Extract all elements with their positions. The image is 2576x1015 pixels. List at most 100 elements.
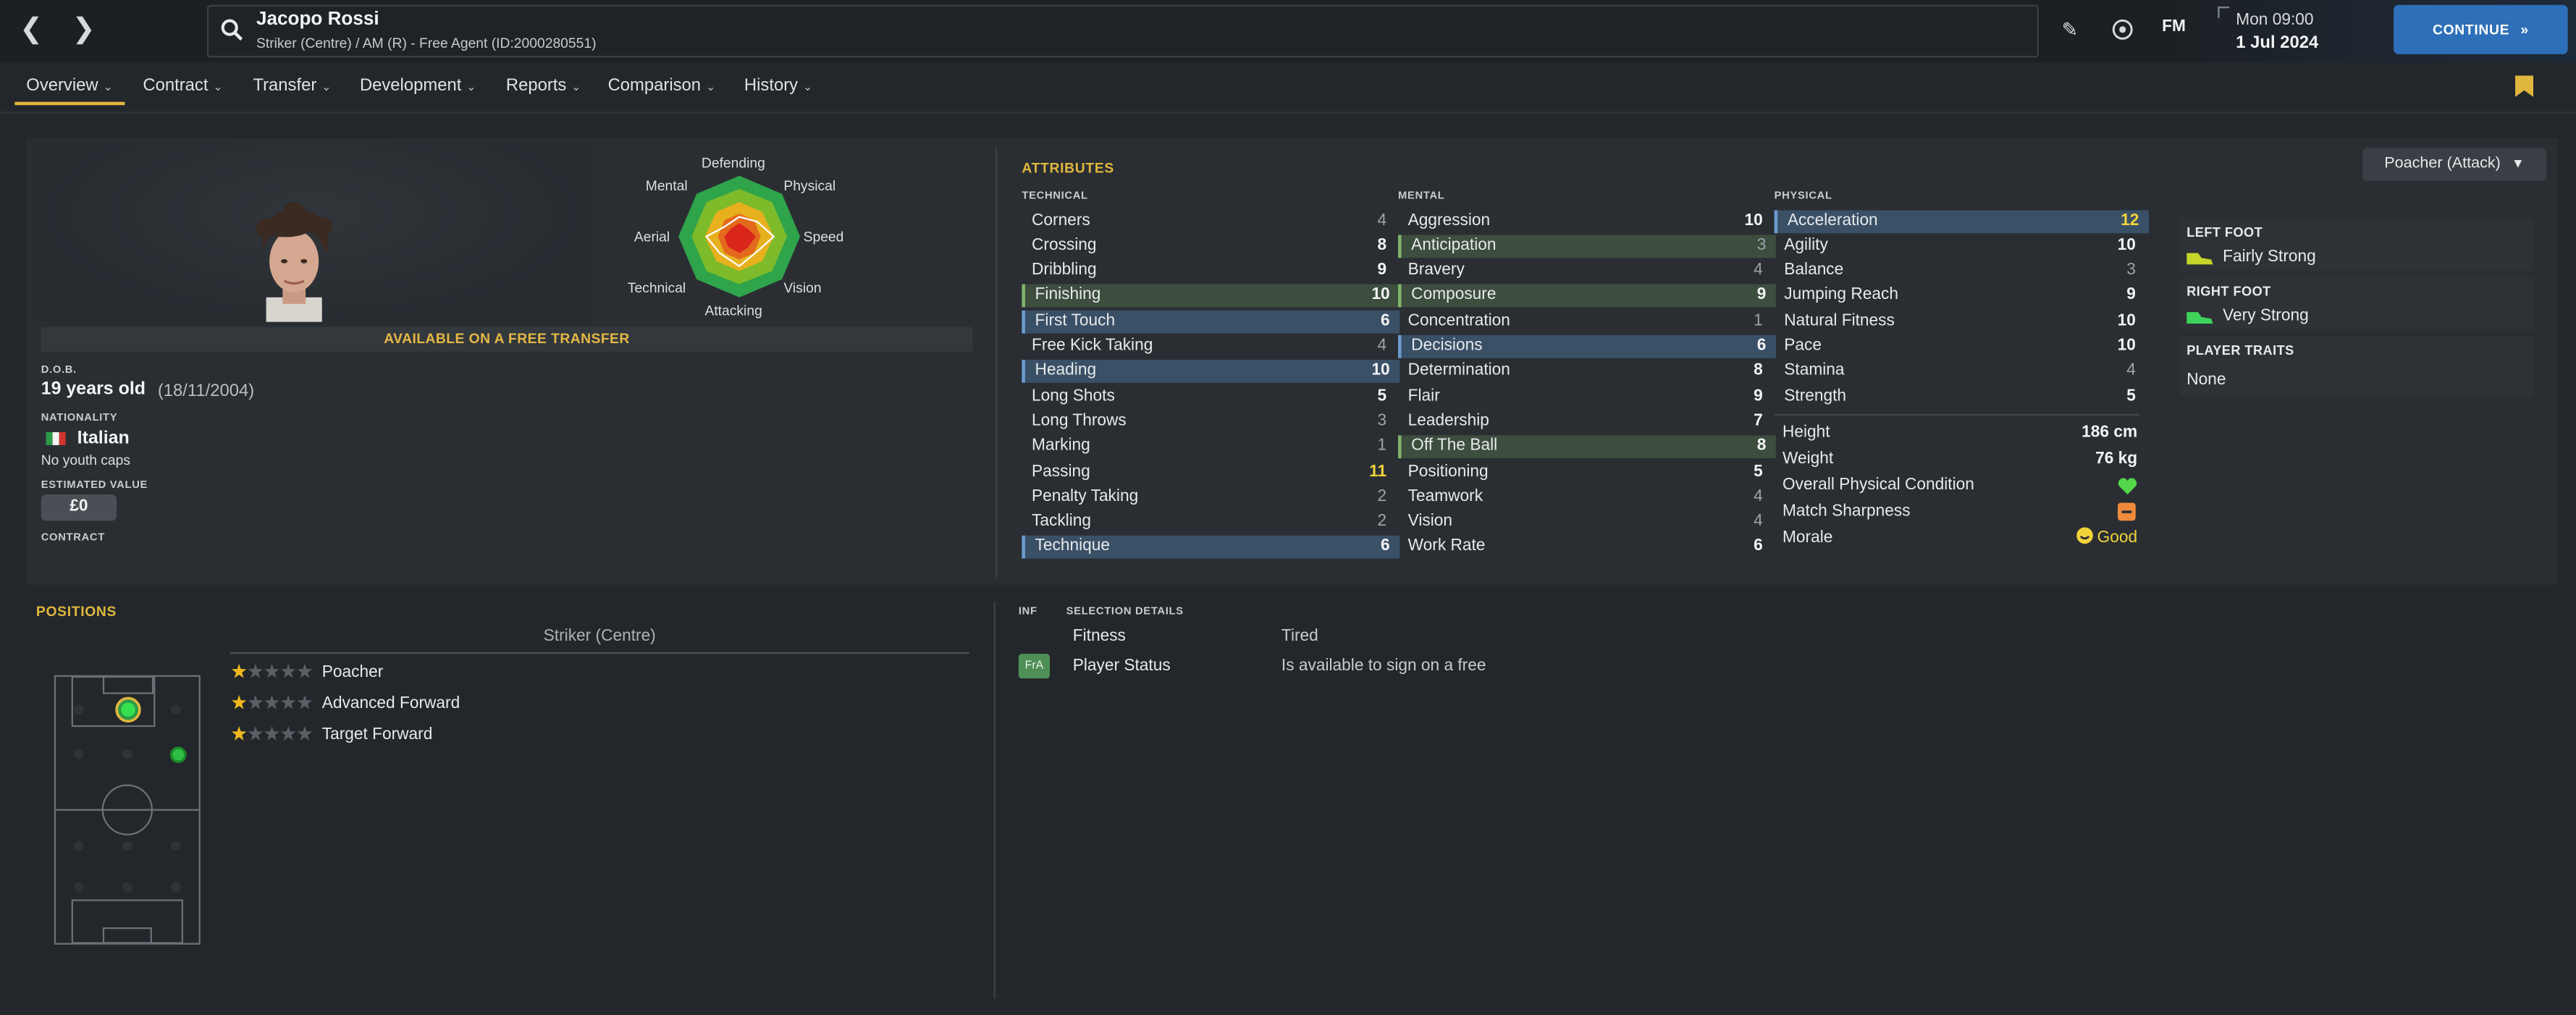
mental-attribute-row[interactable]: Anticipation 3 [1398, 235, 1776, 258]
tab-reports[interactable]: Reports ⌄ [506, 75, 581, 95]
mental-attribute-row[interactable]: Teamwork 4 [1398, 486, 1772, 509]
attribute-value: 7 [1754, 412, 1763, 431]
attribute-name: Finishing [1035, 286, 1101, 305]
technical-attribute-row[interactable]: Crossing 8 [1022, 235, 1396, 258]
technical-attribute-row[interactable]: Passing 11 [1022, 460, 1396, 484]
technical-header: TECHNICAL [1022, 190, 1088, 203]
technical-attribute-row[interactable]: Marking 1 [1022, 436, 1396, 459]
attribute-name: Pace [1784, 337, 1822, 355]
mental-attribute-row[interactable]: Positioning 5 [1398, 460, 1772, 484]
continue-button[interactable]: CONTINUE » [2394, 4, 2568, 54]
physical-attribute-row[interactable]: Pace 10 [1775, 335, 2146, 358]
attribute-name: Penalty Taking [1032, 487, 1139, 506]
fitness-label: Fitness [1072, 627, 1126, 646]
mental-attribute-row[interactable]: Work Rate 6 [1398, 536, 1772, 560]
physical-attribute-row[interactable]: Strength 5 [1775, 385, 2146, 408]
mental-attribute-row[interactable]: Off The Ball 8 [1398, 435, 1776, 459]
technical-attribute-row[interactable]: Dribbling 9 [1022, 260, 1396, 283]
attribute-name: Crossing [1032, 236, 1097, 255]
condition-row: Overall Physical Condition [1782, 475, 2137, 498]
tab-contract[interactable]: Contract ⌄ [143, 75, 222, 95]
role-row[interactable]: Target Forward [230, 721, 969, 751]
physical-attribute-row[interactable]: Stamina 4 [1775, 361, 2146, 384]
estimated-value: £0 [41, 494, 117, 521]
morale-text: Good [2097, 528, 2138, 547]
tab-history[interactable]: History ⌄ [744, 75, 812, 95]
star-icon [248, 725, 264, 741]
accomplished-position-marker-icon[interactable] [169, 746, 188, 764]
back-icon[interactable]: ❮ [14, 13, 47, 46]
natural-position-marker-icon[interactable] [115, 696, 141, 723]
technical-attribute-row[interactable]: Free Kick Taking 4 [1022, 335, 1396, 358]
football-club-icon[interactable] [2111, 18, 2134, 41]
technical-attribute-row[interactable]: Long Shots 5 [1022, 385, 1396, 408]
attribute-name: Jumping Reach [1784, 286, 1898, 305]
player-search-bar[interactable]: Jacopo Rossi Striker (Centre) / AM (R) -… [206, 4, 2039, 58]
mental-attribute-row[interactable]: Vision 4 [1398, 511, 1772, 534]
role-name: Poacher [321, 663, 384, 682]
attribute-name: Decisions [1411, 337, 1483, 355]
sharpness-icon[interactable] [2117, 502, 2136, 521]
mental-attribute-row[interactable]: Determination 8 [1398, 361, 1772, 384]
technical-attribute-row[interactable]: Finishing 10 [1022, 285, 1400, 308]
attribute-name: Work Rate [1407, 537, 1486, 556]
attribute-name: Leadership [1407, 412, 1489, 431]
physical-attribute-row[interactable]: Acceleration 12 [1774, 209, 2150, 233]
attribute-value: 12 [2121, 211, 2139, 229]
mental-attribute-row[interactable]: Flair 9 [1398, 385, 1772, 408]
role-row[interactable]: Poacher [230, 659, 969, 688]
physical-attribute-row[interactable]: Natural Fitness 10 [1775, 310, 2146, 333]
tab-development[interactable]: Development ⌄ [360, 75, 476, 95]
technical-attribute-row[interactable]: Long Throws 3 [1022, 410, 1396, 434]
attribute-value: 3 [1756, 236, 1767, 255]
attribute-name: Composure [1411, 286, 1497, 305]
role-dropdown[interactable]: Poacher (Attack) ▼ [2362, 148, 2547, 181]
attribute-value: 10 [1371, 361, 1390, 380]
inf-header: INF [1018, 606, 1037, 618]
forward-icon[interactable]: ❯ [67, 13, 100, 46]
physical-attribute-row[interactable]: Agility 10 [1775, 235, 2146, 258]
physical-attribute-row[interactable]: Jumping Reach 9 [1775, 285, 2146, 308]
mental-attribute-row[interactable]: Bravery 4 [1398, 260, 1772, 283]
role-rating [230, 659, 321, 688]
game-day: 1 Jul 2024 [2236, 33, 2319, 53]
radar-label-technical: Technical [627, 279, 686, 296]
technical-attribute-row[interactable]: Tackling 2 [1022, 511, 1396, 534]
player-nationality[interactable]: Italian [77, 429, 130, 448]
bookmark-icon[interactable] [2515, 75, 2533, 97]
mental-attribute-row[interactable]: Aggression 10 [1398, 209, 1772, 232]
youth-caps: No youth caps [41, 452, 131, 468]
weight-value: 76 kg [2095, 450, 2138, 468]
technical-attribute-row[interactable]: First Touch 6 [1022, 310, 1400, 333]
technical-attribute-row[interactable]: Heading 10 [1022, 360, 1400, 384]
technical-attribute-row[interactable]: Corners 4 [1022, 209, 1396, 232]
tab-overview[interactable]: Overview ⌄ [26, 75, 112, 95]
sharpness-label: Match Sharpness [1782, 502, 1911, 521]
tab-comparison[interactable]: Comparison ⌄ [608, 75, 716, 95]
condition-label: Overall Physical Condition [1782, 476, 1974, 495]
traits-label: PLAYER TRAITS [2186, 343, 2294, 358]
tab-transfer[interactable]: Transfer ⌄ [253, 75, 331, 95]
mental-attribute-row[interactable]: Leadership 7 [1398, 410, 1772, 434]
attribute-value: 4 [1754, 487, 1763, 506]
role-row[interactable]: Advanced Forward [230, 690, 969, 720]
mental-attribute-row[interactable]: Decisions 6 [1398, 334, 1776, 358]
heart-icon[interactable] [2118, 476, 2137, 496]
game-date[interactable]: Mon 09:00 1 Jul 2024 [2218, 7, 2365, 56]
tab-label: Comparison [607, 75, 702, 96]
morale-value[interactable]: Good [2076, 527, 2137, 550]
right-foot-value: Very Strong [2223, 307, 2309, 326]
attribute-value: 5 [2126, 387, 2136, 405]
attribute-name: Dribbling [1032, 261, 1097, 279]
attribute-name: First Touch [1035, 311, 1116, 330]
technical-attribute-row[interactable]: Penalty Taking 2 [1022, 486, 1396, 509]
free-agent-badge[interactable]: FrA [1018, 654, 1050, 679]
panel-divider [996, 148, 998, 578]
mental-attribute-row[interactable]: Concentration 1 [1398, 310, 1772, 333]
fm-logo-icon[interactable]: FM [2162, 18, 2186, 36]
physical-attribute-row[interactable]: Balance 3 [1775, 260, 2146, 283]
mental-attribute-row[interactable]: Composure 9 [1398, 285, 1776, 308]
edit-icon[interactable]: ✎ [2058, 18, 2082, 41]
attribute-value: 9 [1377, 261, 1387, 279]
technical-attribute-row[interactable]: Technique 6 [1022, 536, 1400, 560]
